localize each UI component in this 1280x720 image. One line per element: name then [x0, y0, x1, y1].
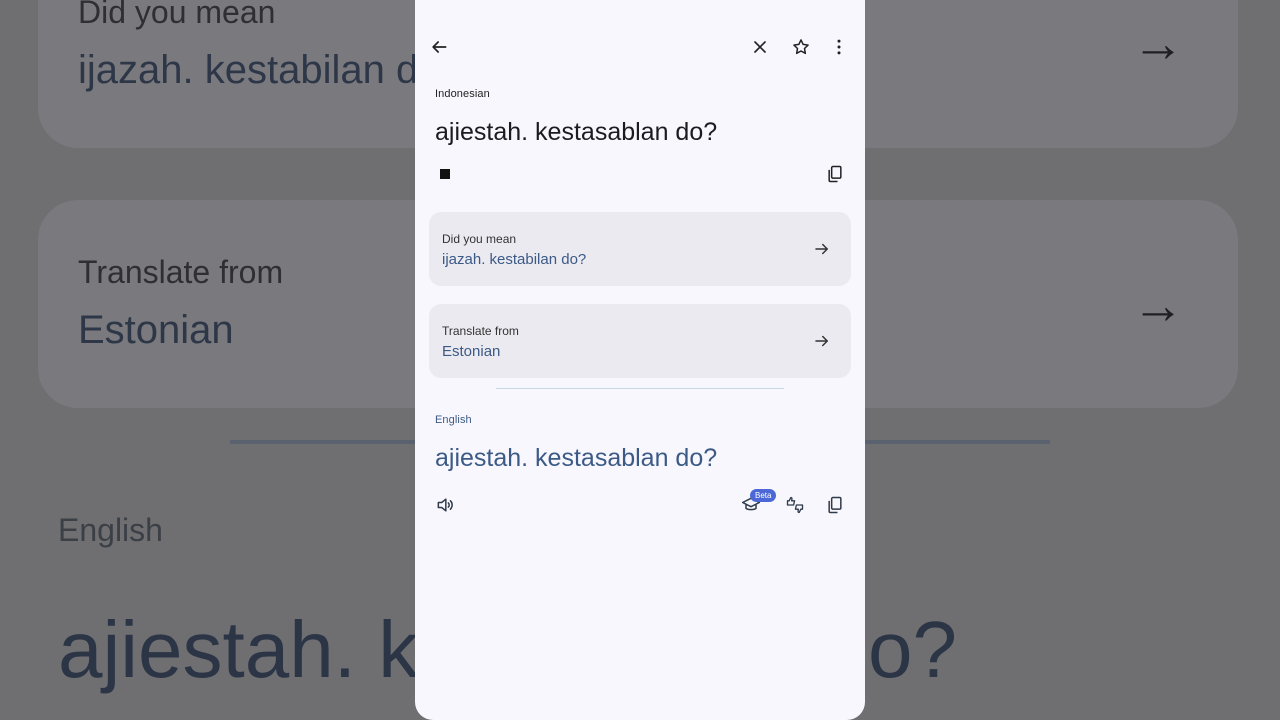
- copy-translation-button[interactable]: [820, 490, 850, 520]
- copy-icon: [828, 165, 842, 183]
- stop-icon[interactable]: [440, 169, 450, 179]
- back-button[interactable]: [424, 32, 454, 62]
- bg-translate-from-value: Estonian: [78, 308, 234, 352]
- did-you-mean-card[interactable]: Did you mean ijazah. kestabilan do?: [429, 212, 851, 286]
- star-button[interactable]: [786, 32, 816, 62]
- speaker-icon: [437, 498, 453, 512]
- bg-target-text-right: o?: [868, 605, 957, 694]
- beta-badge: Beta: [750, 489, 777, 502]
- section-divider: [496, 388, 784, 389]
- arrow-right-icon: [811, 330, 833, 352]
- arrow-right-icon: [811, 238, 833, 260]
- listen-button[interactable]: [430, 490, 460, 520]
- translated-text[interactable]: ajiestah. kestasablan do?: [435, 444, 717, 473]
- bg-target-language: English: [58, 512, 163, 548]
- thumbs-up-down-icon: [786, 496, 804, 514]
- translate-from-value: Estonian: [442, 343, 501, 360]
- translate-from-card[interactable]: Translate from Estonian: [429, 304, 851, 378]
- bg-did-you-mean-caption: Did you mean: [78, 0, 276, 30]
- did-you-mean-caption: Did you mean: [442, 232, 517, 246]
- more-options-button[interactable]: [824, 32, 854, 62]
- bg-did-you-mean-value: ijazah. kestabilan d: [78, 48, 419, 92]
- bg-target-text-left: ajiestah. ke: [58, 605, 463, 694]
- close-button[interactable]: [745, 32, 775, 62]
- rate-translation-button[interactable]: [780, 490, 810, 520]
- bg-arrow-right-icon: →: [1132, 277, 1184, 335]
- top-app-bar: [415, 28, 865, 66]
- source-text[interactable]: ajiestah. kestasablan do?: [435, 118, 717, 147]
- close-icon: [754, 41, 766, 53]
- star-icon: [793, 39, 809, 55]
- copy-icon: [828, 496, 842, 514]
- arrow-left-icon: [432, 41, 447, 53]
- bg-arrow-right-icon: →: [1132, 15, 1184, 73]
- translation-panel: Indonesian ajiestah. kestasablan do? Did…: [415, 0, 865, 720]
- target-language-label: English: [435, 414, 472, 426]
- bg-translate-from-caption: Translate from: [78, 254, 284, 290]
- did-you-mean-value: ijazah. kestabilan do?: [442, 251, 587, 268]
- source-language-label: Indonesian: [435, 88, 490, 100]
- more-vert-icon: [837, 39, 841, 55]
- translate-from-caption: Translate from: [442, 324, 519, 338]
- copy-source-button[interactable]: [820, 159, 850, 189]
